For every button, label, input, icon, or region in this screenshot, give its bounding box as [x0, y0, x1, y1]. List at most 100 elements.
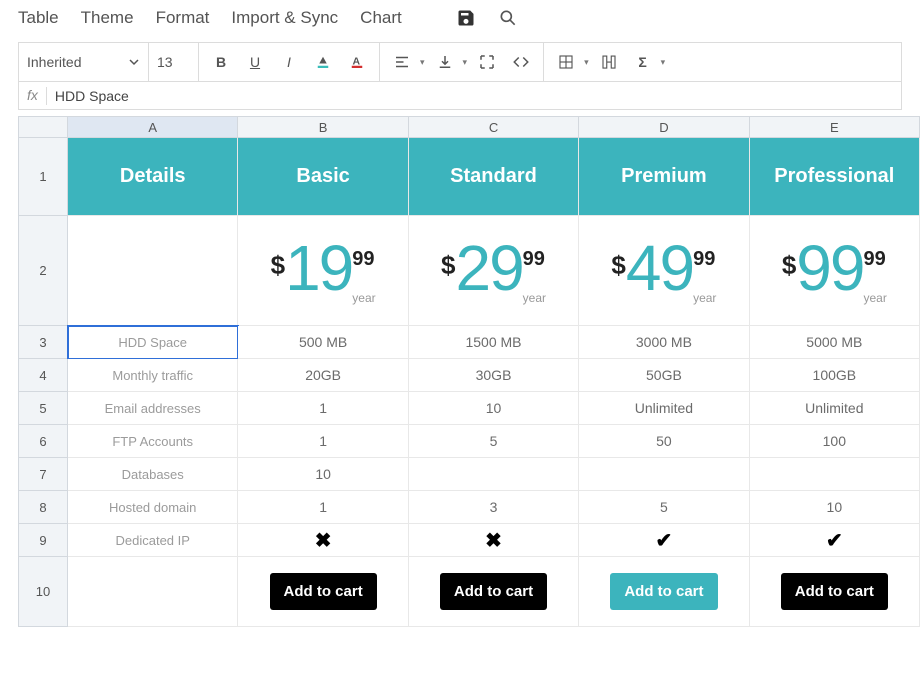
plan-header[interactable]: Professional [750, 138, 920, 216]
feature-label[interactable]: Databases [68, 458, 238, 491]
add-to-cart-button[interactable]: Add to cart [781, 573, 888, 610]
feature-label[interactable]: Email addresses [68, 392, 238, 425]
plan-header[interactable]: Standard [409, 138, 579, 216]
text-color-button[interactable]: A [343, 48, 371, 76]
svg-text:A: A [353, 55, 361, 67]
cart-cell[interactable]: Add to cart [238, 557, 408, 627]
feature-value[interactable]: 50GB [579, 359, 749, 392]
add-to-cart-button[interactable]: Add to cart [270, 573, 377, 610]
feature-value[interactable]: 1 [238, 425, 408, 458]
feature-value[interactable]: 10 [750, 491, 920, 524]
feature-value[interactable]: 10 [238, 458, 408, 491]
feature-value[interactable]: 30GB [409, 359, 579, 392]
font-family-select[interactable]: Inherited [19, 43, 149, 81]
feature-value[interactable]: ✖ [409, 524, 579, 557]
cart-cell[interactable]: Add to cart [409, 557, 579, 627]
plan-header[interactable]: Premium [579, 138, 749, 216]
add-to-cart-button[interactable]: Add to cart [610, 573, 717, 610]
row-header-3[interactable]: 3 [18, 326, 68, 359]
feature-label[interactable]: HDD Space [68, 326, 238, 359]
code-button[interactable] [507, 48, 535, 76]
empty-cell[interactable] [68, 557, 238, 627]
menu-chart[interactable]: Chart [360, 8, 402, 28]
price-cell[interactable]: $9999year [750, 216, 920, 326]
price-cell[interactable]: $2999year [409, 216, 579, 326]
chevron-down-icon: ▾ [661, 57, 666, 68]
feature-value[interactable]: 10 [409, 392, 579, 425]
row-header-2[interactable]: 2 [18, 216, 68, 326]
row-header-5[interactable]: 5 [18, 392, 68, 425]
font-size-input[interactable]: 13 [149, 43, 199, 81]
font-family-value: Inherited [27, 54, 81, 70]
fill-color-button[interactable] [309, 48, 337, 76]
feature-label[interactable]: Dedicated IP [68, 524, 238, 557]
search-icon[interactable] [498, 8, 518, 28]
row-header-10[interactable]: 10 [18, 557, 68, 627]
fx-label: fx [19, 87, 47, 105]
feature-value[interactable] [750, 458, 920, 491]
cart-cell[interactable]: Add to cart [750, 557, 920, 627]
feature-value[interactable]: ✔ [579, 524, 749, 557]
feature-value[interactable]: 500 MB [238, 326, 408, 359]
menu-theme[interactable]: Theme [81, 8, 134, 28]
feature-value[interactable]: 3000 MB [579, 326, 749, 359]
feature-value[interactable]: 1 [238, 392, 408, 425]
formula-button[interactable]: Σ [629, 48, 657, 76]
feature-value[interactable]: 5 [409, 425, 579, 458]
feature-value[interactable]: Unlimited [579, 392, 749, 425]
cart-cell[interactable]: Add to cart [579, 557, 749, 627]
col-header-a[interactable]: A [68, 116, 238, 138]
align-vertical-button[interactable] [431, 48, 459, 76]
feature-value[interactable] [579, 458, 749, 491]
feature-label[interactable]: FTP Accounts [68, 425, 238, 458]
feature-value[interactable]: 100 [750, 425, 920, 458]
cross-icon: ✖ [315, 528, 332, 553]
underline-button[interactable]: U [241, 48, 269, 76]
align-horizontal-button[interactable] [388, 48, 416, 76]
row-header-4[interactable]: 4 [18, 359, 68, 392]
row-header-8[interactable]: 8 [18, 491, 68, 524]
feature-value[interactable]: 5 [579, 491, 749, 524]
menu-format[interactable]: Format [156, 8, 210, 28]
feature-value[interactable]: 5000 MB [750, 326, 920, 359]
feature-value[interactable]: ✔ [750, 524, 920, 557]
empty-cell[interactable] [68, 216, 238, 326]
feature-label[interactable]: Hosted domain [68, 491, 238, 524]
col-header-d[interactable]: D [579, 116, 749, 138]
italic-button[interactable]: I [275, 48, 303, 76]
feature-value[interactable]: 100GB [750, 359, 920, 392]
merge-button[interactable] [595, 48, 623, 76]
price-cell[interactable]: $1999year [238, 216, 408, 326]
feature-value[interactable]: 1 [238, 491, 408, 524]
col-header-e[interactable]: E [750, 116, 920, 138]
col-header-b[interactable]: B [238, 116, 408, 138]
row-header-1[interactable]: 1 [18, 138, 68, 216]
cross-icon: ✖ [485, 528, 502, 553]
col-header-c[interactable]: C [409, 116, 579, 138]
feature-value[interactable]: 3 [409, 491, 579, 524]
format-toolbar: Inherited 13 B U I A ▾ ▾ ▾ [18, 42, 902, 82]
feature-value[interactable]: 50 [579, 425, 749, 458]
feature-value[interactable]: Unlimited [750, 392, 920, 425]
borders-button[interactable] [552, 48, 580, 76]
feature-value[interactable] [409, 458, 579, 491]
expand-button[interactable] [473, 48, 501, 76]
spreadsheet: A B C D E 1DetailsBasicStandardPremiumPr… [18, 116, 920, 627]
bold-button[interactable]: B [207, 48, 235, 76]
feature-value[interactable]: 1500 MB [409, 326, 579, 359]
plan-header[interactable]: Basic [238, 138, 408, 216]
add-to-cart-button[interactable]: Add to cart [440, 573, 547, 610]
select-all-corner[interactable] [18, 116, 68, 138]
row-header-6[interactable]: 6 [18, 425, 68, 458]
menu-import-sync[interactable]: Import & Sync [231, 8, 338, 28]
plan-header[interactable]: Details [68, 138, 238, 216]
row-header-7[interactable]: 7 [18, 458, 68, 491]
feature-value[interactable]: 20GB [238, 359, 408, 392]
feature-value[interactable]: ✖ [238, 524, 408, 557]
row-header-9[interactable]: 9 [18, 524, 68, 557]
menu-table[interactable]: Table [18, 8, 59, 28]
save-icon[interactable] [456, 8, 476, 28]
feature-label[interactable]: Monthly traffic [68, 359, 238, 392]
price-cell[interactable]: $4999year [579, 216, 749, 326]
formula-input[interactable] [47, 88, 901, 104]
